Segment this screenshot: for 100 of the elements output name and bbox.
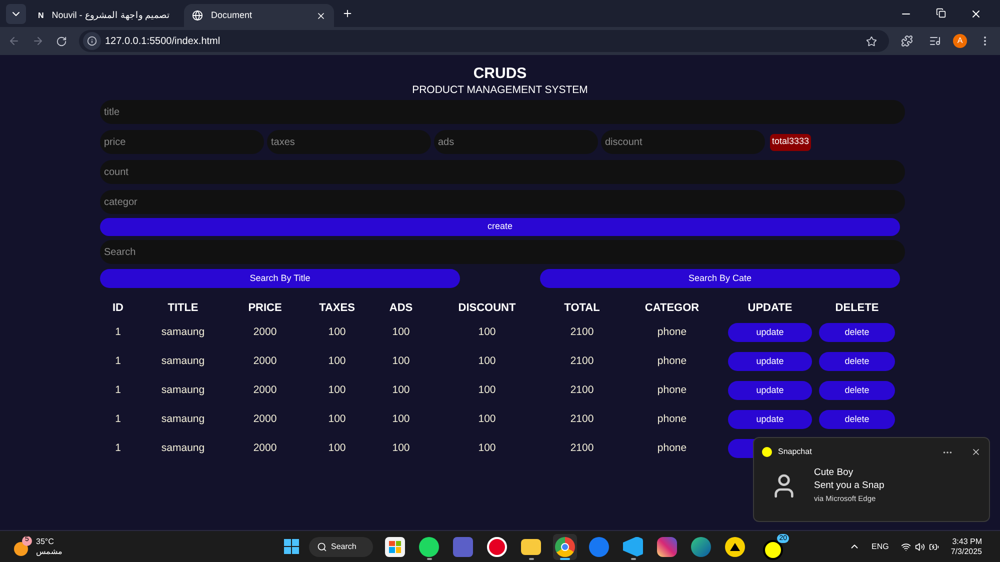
close-icon[interactable]	[316, 10, 326, 20]
taskbar-search[interactable]: Search	[309, 536, 373, 556]
table-cell-text: phone	[656, 382, 688, 398]
info-icon	[87, 36, 97, 46]
weather-condition: مشمس	[36, 546, 62, 556]
page-subtitle: PRODUCT MANAGEMENT SYSTEM	[412, 83, 588, 97]
close-icon[interactable]	[971, 447, 981, 457]
table-cell-text: 100	[391, 354, 411, 369]
start-icon[interactable]	[284, 539, 299, 554]
price-field[interactable]: price	[100, 130, 264, 154]
search-icon	[317, 542, 327, 552]
restore-icon[interactable]	[936, 8, 946, 18]
reload-icon[interactable]	[56, 36, 67, 46]
table-cell-text: samaung	[160, 440, 206, 456]
search-button[interactable]: Search By Title	[100, 269, 460, 288]
sender-name: Cute Boy	[814, 466, 854, 479]
price-field[interactable]: taxes	[267, 130, 431, 154]
table-cell-text: phone	[656, 412, 688, 427]
table-cell-text: 1	[114, 412, 122, 427]
delete-button[interactable]: delete	[819, 352, 895, 371]
column-header: TITLE	[166, 300, 200, 316]
table-cell-text: 2100	[569, 440, 595, 456]
table-cell-text: 100	[477, 354, 497, 369]
table-cell-text: 2100	[569, 382, 595, 398]
app-icon[interactable]	[553, 534, 577, 560]
table-cell-text: phone	[656, 324, 688, 340]
volume-icon	[914, 542, 925, 552]
table-cell-text: 100	[477, 324, 497, 340]
page-title: CRUDS	[473, 65, 527, 83]
table-cell-text: samaung	[160, 382, 206, 398]
column-header: ADS	[388, 300, 414, 316]
table-cell-text: 100	[327, 412, 347, 427]
table-cell-text: 2000	[252, 382, 278, 398]
count-field[interactable]: count	[100, 160, 905, 184]
update-button[interactable]: update	[728, 410, 812, 429]
table-cell-text: phone	[656, 440, 688, 456]
globe-icon	[192, 10, 203, 21]
table-cell-text: 100	[327, 354, 347, 369]
table-cell-text: 2100	[569, 354, 595, 369]
update-button[interactable]: update	[728, 352, 812, 371]
notification-app: Snapchat	[778, 446, 813, 458]
url-text: 127.0.0.1:5500/index.html	[105, 34, 222, 48]
temperature: 35°C	[36, 536, 55, 546]
search-field[interactable]: Search	[100, 240, 905, 264]
extensions-icon[interactable]	[901, 35, 913, 47]
table-cell-text: 100	[391, 382, 411, 398]
media-icon[interactable]	[929, 35, 941, 47]
update-button[interactable]: update	[728, 323, 812, 342]
table-cell-text: 100	[327, 324, 347, 340]
new-tab-icon[interactable]	[342, 8, 353, 19]
table-cell-text: 100	[477, 440, 497, 456]
battery-icon	[928, 542, 939, 552]
clock-date: 7/3/2025	[950, 546, 982, 556]
table-cell-text: 1	[114, 354, 122, 369]
table-cell-text: samaung	[160, 324, 206, 340]
close-window-icon[interactable]	[970, 8, 982, 20]
table-cell-text: 1	[114, 440, 122, 456]
table-cell-text: 100	[327, 382, 347, 398]
table-cell-text: 2100	[569, 412, 595, 427]
update-button[interactable]: update	[728, 381, 812, 400]
table-cell-text: 2000	[252, 324, 278, 340]
address-bar[interactable]: 127.0.0.1:5500/index.html	[79, 30, 889, 52]
title-field[interactable]: title	[100, 100, 905, 124]
delete-button[interactable]: delete	[819, 381, 895, 400]
back-icon[interactable]	[8, 35, 20, 47]
star-icon[interactable]	[866, 36, 877, 46]
column-header: PRICE	[247, 300, 283, 316]
table-cell-text: phone	[656, 354, 688, 369]
column-header: ID	[112, 300, 124, 316]
table-cell-text: 1	[114, 324, 122, 340]
forward-icon[interactable]	[32, 35, 44, 47]
tab-title: Document	[211, 8, 254, 22]
table-cell-text: 1	[114, 382, 122, 398]
clock-time: 3:43 PM	[952, 536, 982, 546]
favicon-icon: N	[38, 10, 44, 22]
table-cell-text: 2000	[252, 354, 278, 369]
create-button[interactable]: create	[100, 218, 900, 236]
table-cell-text: 2000	[252, 440, 278, 456]
column-header: DELETE	[834, 300, 880, 316]
category-field[interactable]: categor	[100, 190, 905, 214]
wifi-icon	[900, 542, 911, 552]
search-button[interactable]: Search By Cate	[540, 269, 900, 288]
table-cell-text: 100	[327, 440, 347, 456]
delete-button[interactable]: delete	[819, 323, 895, 342]
price-field[interactable]: discount	[601, 130, 765, 154]
column-header: DISCOUNT	[457, 300, 517, 316]
browser-tab[interactable]: Document	[184, 4, 334, 27]
total-badge: total3333	[770, 134, 812, 150]
tab-title: تصميم واجهة المشروع - Nouvil	[52, 8, 170, 22]
column-header: CATEGOR	[644, 300, 700, 316]
delete-button[interactable]: delete	[819, 410, 895, 429]
price-field[interactable]: ads	[434, 130, 598, 154]
table-cell-text: samaung	[160, 354, 206, 369]
table-cell-text: 100	[477, 412, 497, 427]
tab-list-button[interactable]	[6, 4, 26, 24]
table-cell-text: samaung	[160, 412, 206, 427]
language-indicator: ENG	[872, 540, 889, 552]
column-header: TAXES	[318, 300, 356, 316]
column-header: TOTAL	[563, 300, 601, 316]
table-cell-text: 100	[391, 440, 411, 456]
